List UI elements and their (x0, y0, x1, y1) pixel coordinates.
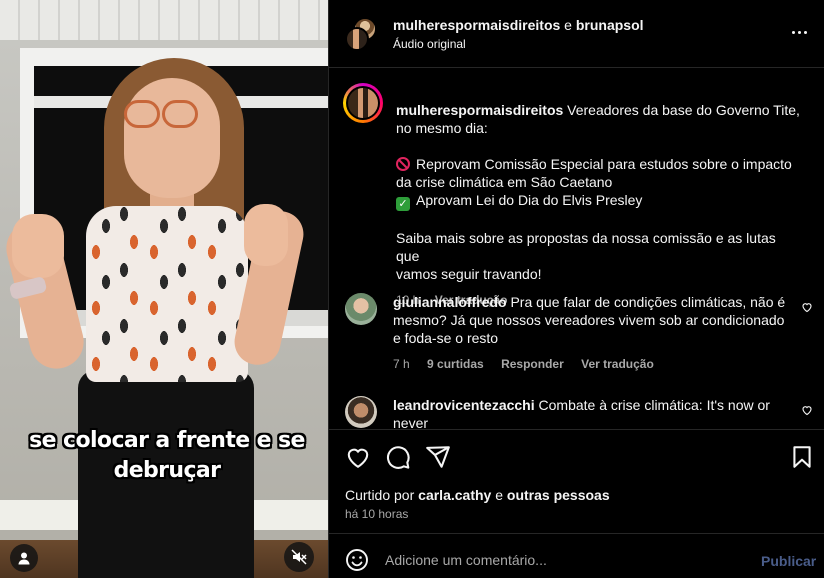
caption-line: Vereadores da base do Governo Tite, (567, 102, 800, 118)
video-subtitle: se colocar a frente e se debruçar (0, 426, 328, 486)
caption-line: Aprovam Lei do Dia do Elvis Presley (416, 192, 643, 208)
comment-username[interactable]: giuliannaloffredo (393, 294, 507, 310)
liked-by-others[interactable]: outras pessoas (507, 487, 610, 503)
caption-text: mulherespormaisdireitos Vereadores da ba… (396, 101, 801, 309)
speaker-muted-icon (291, 549, 307, 565)
prohibited-icon (396, 157, 410, 171)
reply-button[interactable]: Responder (501, 357, 564, 371)
video-frame (0, 0, 328, 578)
comments-section[interactable]: mulherespormaisdireitos Vereadores da ba… (329, 69, 824, 429)
video-subtitle-line: se colocar a frente e se (29, 428, 305, 453)
liked-by-prefix: Curtido por (345, 487, 415, 503)
caption-line: Saiba mais sobre as propostas da nossa c… (396, 230, 776, 264)
comment-likes[interactable]: 9 curtidas (427, 357, 484, 371)
audio-link[interactable]: Áudio original (393, 37, 466, 51)
author-connector: e (564, 17, 572, 33)
post-actions: Curtido por carla.cathy e outras pessoas… (329, 429, 824, 533)
comment-input[interactable] (385, 546, 745, 574)
heart-icon[interactable] (345, 444, 371, 470)
comment-text: giuliannaloffredo Pra que falar de condi… (393, 293, 786, 347)
share-icon[interactable] (425, 444, 451, 470)
check-mark-icon: ✓ (396, 197, 410, 211)
add-comment-bar: Publicar (329, 533, 824, 578)
caption-line: da crise climática em São Caetano (396, 174, 613, 190)
caption-username[interactable]: mulherespormaisdireitos (396, 102, 563, 118)
video-subtitle-line: debruçar (113, 458, 221, 483)
more-options-button[interactable] (787, 22, 811, 42)
caption-line: Reprovam Comissão Especial para estudos … (416, 156, 792, 172)
collab-avatars[interactable] (345, 17, 377, 51)
more-horizontal-icon (791, 30, 795, 34)
caption-line: vamos seguir travando! (396, 266, 542, 282)
post-timestamp[interactable]: há 10 horas (345, 507, 408, 521)
post-header: mulherespormaisdireitos e brunapsol Áudi… (329, 0, 824, 68)
mute-toggle-button[interactable] (284, 542, 314, 572)
reel-video[interactable]: se colocar a frente e se debruçar (0, 0, 328, 578)
heart-icon[interactable] (801, 301, 813, 313)
comment-text: leandrovicentezacchi Combate à crise cli… (393, 396, 786, 429)
author-link[interactable]: brunapsol (576, 17, 644, 33)
avatar[interactable] (345, 293, 377, 325)
post-authors: mulherespormaisdireitos e brunapsol (393, 17, 644, 33)
author-link[interactable]: mulherespormaisdireitos (393, 17, 560, 33)
bookmark-icon[interactable] (789, 444, 815, 470)
comment-time: 7 h (393, 357, 410, 371)
avatar[interactable] (345, 396, 377, 428)
story-ring-avatar[interactable] (343, 83, 383, 123)
avatar (345, 27, 369, 51)
liked-by-summary: Curtido por carla.cathy e outras pessoas (345, 487, 610, 503)
comment-meta: 7 h 9 curtidas Responder Ver tradução (393, 357, 668, 371)
tagged-users-button[interactable] (10, 544, 38, 572)
see-translation-link[interactable]: Ver tradução (581, 357, 654, 371)
comment-icon[interactable] (385, 444, 411, 470)
publish-button[interactable]: Publicar (761, 553, 816, 569)
comment-username[interactable]: leandrovicentezacchi (393, 397, 535, 413)
heart-icon[interactable] (801, 404, 813, 416)
liked-by-connector: e (495, 487, 504, 503)
post-panel: mulherespormaisdireitos e brunapsol Áudi… (328, 0, 824, 578)
emoji-icon[interactable] (345, 548, 369, 572)
user-icon (18, 552, 30, 565)
caption-line: no mesmo dia: (396, 120, 488, 136)
avatar (348, 88, 378, 118)
liked-by-user[interactable]: carla.cathy (418, 487, 491, 503)
